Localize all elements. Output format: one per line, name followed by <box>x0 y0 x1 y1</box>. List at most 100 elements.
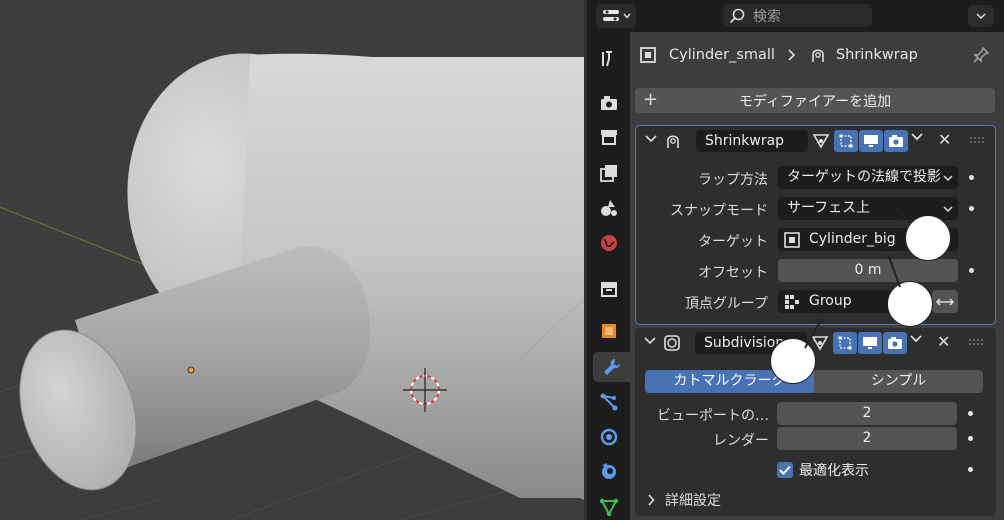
wrap-method-row: ラップ方法 ターゲットの法線で投影 <box>636 166 995 190</box>
tab-data[interactable] <box>593 492 625 520</box>
target-label: ターゲット <box>698 234 768 250</box>
subdivision-type-toggle: カトマルクラーク シンプル <box>645 370 983 393</box>
offset-input[interactable]: 0 m <box>778 259 958 282</box>
edit-mode-toggle[interactable] <box>833 332 857 354</box>
chevron-down-icon <box>976 12 986 19</box>
3d-viewport[interactable] <box>0 0 584 520</box>
viewport-levels-label: ビューポートの… <box>657 408 769 424</box>
plus-icon: + <box>643 89 659 110</box>
pin-icon[interactable] <box>972 46 990 64</box>
chevron-down-icon <box>943 175 953 182</box>
object-icon <box>602 324 616 338</box>
constraints-icon <box>602 463 616 479</box>
collapse-chevron-icon[interactable] <box>645 134 657 144</box>
render-levels-label: レンダー <box>713 433 769 449</box>
render-toggle[interactable] <box>883 332 907 354</box>
wrap-method-dropdown[interactable]: ターゲットの法線で投影 <box>778 166 958 189</box>
close-icon[interactable]: ✕ <box>938 130 951 149</box>
invert-vertex-group-toggle[interactable] <box>932 290 958 313</box>
subdivision-panel-header: Subdivision ✕ <box>635 328 996 358</box>
snap-mode-value: サーフェス上 <box>787 200 871 216</box>
snap-mode-row: スナップモード サーフェス上 <box>636 197 995 221</box>
tab-modifiers[interactable] <box>593 352 630 382</box>
output-icon <box>601 130 617 145</box>
tab-scene[interactable] <box>593 193 625 223</box>
keyframe-dot[interactable] <box>969 206 974 211</box>
cylinder-small <box>19 246 370 491</box>
optimal-display-label: 最適化表示 <box>799 463 869 479</box>
drag-handle-icon[interactable] <box>968 338 984 346</box>
wrap-method-label: ラップ方法 <box>698 172 768 188</box>
advanced-subpanel[interactable]: 詳細設定 <box>647 490 721 510</box>
tab-output[interactable] <box>593 122 625 152</box>
viewport-scene <box>0 53 584 520</box>
tab-tool[interactable] <box>593 44 625 74</box>
viewport-levels-row: ビューポートの… 2 <box>635 402 996 426</box>
editor-type-button[interactable] <box>596 4 636 28</box>
visibility-toggles <box>808 332 907 354</box>
chevron-down-icon <box>943 206 953 213</box>
object-icon <box>640 47 656 63</box>
keyframe-dot[interactable] <box>968 467 973 472</box>
modifier-name-field[interactable]: Shrinkwrap <box>696 130 808 152</box>
wrap-method-value: ターゲットの法線で投影 <box>787 169 941 185</box>
tab-particles[interactable] <box>593 387 625 417</box>
pointer-marker <box>887 281 933 327</box>
edit-mode-icon <box>839 134 853 148</box>
vertex-group-value: Group <box>809 293 852 309</box>
breadcrumb-modifier: Shrinkwrap <box>835 47 918 63</box>
particles-icon <box>600 393 618 411</box>
properties-tabs <box>587 32 630 520</box>
render-levels-input[interactable]: 2 <box>777 427 957 450</box>
keyframe-dot[interactable] <box>968 436 973 441</box>
close-icon[interactable]: ✕ <box>937 332 950 351</box>
tab-constraints[interactable] <box>593 456 625 486</box>
tab-view-layer[interactable] <box>593 158 625 188</box>
edit-cage-toggle[interactable] <box>809 130 833 152</box>
add-modifier-button[interactable]: + モディファイアーを追加 <box>635 88 995 113</box>
options-menu-button[interactable] <box>968 5 994 27</box>
properties-editor-icon <box>602 10 619 21</box>
world-icon <box>601 235 617 251</box>
edit-mode-toggle[interactable] <box>834 130 858 152</box>
vertex-group-icon <box>785 295 799 309</box>
drag-handle-icon[interactable] <box>969 136 985 144</box>
collapse-chevron-icon[interactable] <box>644 336 656 346</box>
viewport-toggle[interactable] <box>858 332 882 354</box>
chevron-right-icon <box>788 49 796 61</box>
visibility-toggles <box>809 130 908 152</box>
shrinkwrap-icon <box>812 49 824 62</box>
chevron-down-icon[interactable] <box>909 334 923 344</box>
search-icon <box>729 8 745 23</box>
keyframe-dot[interactable] <box>968 411 973 416</box>
chevron-down-icon[interactable] <box>910 132 924 142</box>
shrinkwrap-icon <box>667 135 679 148</box>
viewport-toggle[interactable] <box>859 130 883 152</box>
optimal-display-checkbox[interactable]: 最適化表示 <box>777 460 869 480</box>
snap-mode-label: スナップモード <box>670 203 768 219</box>
keyframe-dot[interactable] <box>969 268 974 273</box>
subdivision-icon <box>664 335 680 351</box>
tab-physics[interactable] <box>593 422 625 452</box>
search-input[interactable]: 検索 <box>723 4 872 27</box>
tab-object[interactable] <box>593 316 625 346</box>
breadcrumb-object: Cylinder_small <box>669 47 775 63</box>
search-placeholder: 検索 <box>753 8 781 25</box>
shrinkwrap-panel-header: Shrinkwrap ✕ <box>636 126 995 156</box>
simple-option[interactable]: シンプル <box>814 370 983 393</box>
tab-collection[interactable] <box>593 274 625 304</box>
render-toggle[interactable] <box>884 130 908 152</box>
arrow-left-right-icon <box>935 297 955 306</box>
target-value: Cylinder_big <box>809 231 896 247</box>
scene-icon <box>601 200 617 216</box>
camera-icon <box>888 337 902 349</box>
keyframe-dot[interactable] <box>969 175 974 180</box>
tab-world[interactable] <box>593 228 625 258</box>
offset-row: オフセット 0 m <box>636 259 995 283</box>
add-modifier-label: モディファイアーを追加 <box>738 93 892 110</box>
viewport-levels-input[interactable]: 2 <box>777 402 957 425</box>
chevron-right-icon <box>648 494 655 506</box>
tab-render[interactable] <box>593 88 625 118</box>
breadcrumb: Cylinder_small Shrinkwrap <box>630 32 1004 78</box>
view-layer-icon <box>600 165 617 182</box>
